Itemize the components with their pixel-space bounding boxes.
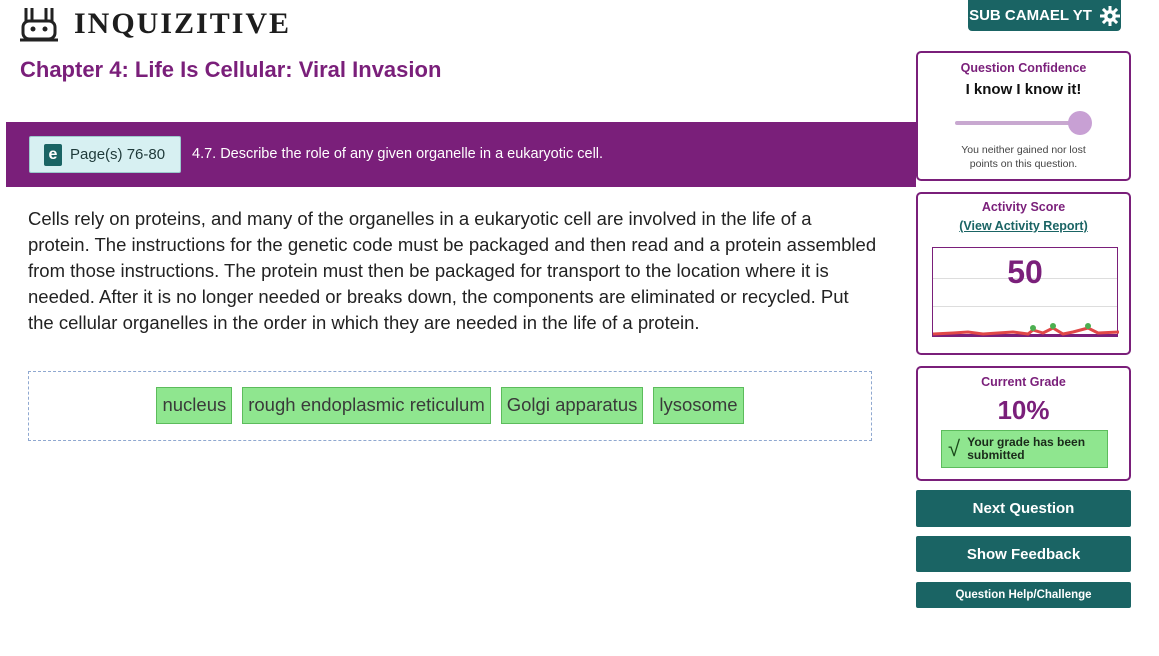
view-activity-report-link[interactable]: (View Activity Report) (918, 219, 1129, 233)
next-question-button[interactable]: Next Question (916, 490, 1131, 527)
grade-status-text: Your grade has been submitted (967, 435, 1086, 462)
confidence-slider-track[interactable] (955, 121, 1077, 125)
answer-chip-nucleus[interactable]: nucleus (156, 386, 233, 424)
app-logo: INQUIZITIVE (18, 4, 291, 44)
grade-value: 10% (997, 395, 1050, 425)
confidence-value: I know I know it! (965, 81, 1082, 98)
pages-label: Page(s) 76-80 (70, 146, 166, 163)
user-menu-button[interactable]: SUB CAMAEL YT (968, 0, 1121, 31)
checkmark-icon: √ (948, 436, 961, 461)
ebook-icon: e (44, 143, 62, 166)
answer-chip-lysosome[interactable]: lysosome (653, 386, 744, 424)
gear-icon (1099, 5, 1120, 26)
learning-objective: 4.7. Describe the role of any given orga… (192, 146, 604, 162)
confidence-panel: Question Confidence I know I know it! Yo… (916, 51, 1131, 181)
ebook-pages-button[interactable]: e Page(s) 76-80 (29, 136, 181, 173)
current-grade-panel: Current Grade 10% √ Your grade has been … (916, 366, 1131, 481)
logo-mascot-icon (20, 8, 58, 42)
objective-banner: e Page(s) 76-80 4.7. Describe the role o… (6, 122, 916, 187)
chapter-title: Chapter 4: Life Is Cellular: Viral Invas… (20, 57, 442, 82)
activity-title: Activity Score (981, 200, 1066, 214)
grade-title: Current Grade (981, 375, 1066, 389)
grade-submitted-badge: √ Your grade has been submitted (941, 430, 1108, 468)
answer-drop-zone[interactable]: nucleus rough endoplasmic reticulum Golg… (28, 371, 872, 441)
activity-trend-line (933, 323, 1119, 336)
confidence-note: You neither gained nor lost points on th… (961, 144, 1086, 170)
confidence-title: Question Confidence (960, 61, 1087, 75)
app-name: INQUIZITIVE (74, 7, 292, 40)
activity-score-chart: 50 (932, 247, 1119, 337)
activity-score-panel: Activity Score (View Activity Report) 50 (916, 192, 1131, 355)
question-help-button[interactable]: Question Help/Challenge (916, 582, 1131, 608)
answer-chip-rough-er[interactable]: rough endoplasmic reticulum (242, 386, 491, 424)
confidence-slider-knob[interactable] (1068, 111, 1092, 135)
show-feedback-button[interactable]: Show Feedback (916, 536, 1131, 572)
answer-chip-golgi[interactable]: Golgi apparatus (500, 386, 644, 424)
question-text: Cells rely on proteins, and many of the … (28, 208, 877, 333)
user-name: SUB CAMAEL YT (969, 7, 1092, 24)
